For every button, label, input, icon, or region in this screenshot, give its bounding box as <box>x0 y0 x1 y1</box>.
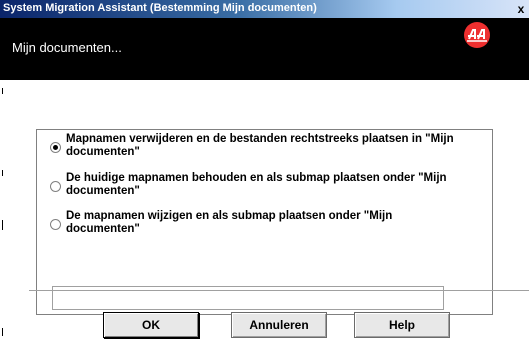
page-title: Mijn documenten... <box>12 40 122 55</box>
separator <box>29 290 529 291</box>
ok-button[interactable]: OK <box>103 312 199 338</box>
brand-logo-icon <box>464 22 490 48</box>
option-label: Mapnamen verwijderen en de bestanden rec… <box>66 133 454 158</box>
title-bar[interactable]: System Migration Assistant (Bestemming M… <box>0 0 529 18</box>
option-label: De huidige mapnamen behouden en als subm… <box>66 172 447 197</box>
radio-keep-folder-names[interactable] <box>50 181 61 192</box>
left-edge <box>0 80 7 348</box>
option-label: De mapnamen wijzigen en als submap plaat… <box>66 210 393 235</box>
radio-remove-folder-names[interactable] <box>50 142 61 153</box>
wizard-header: Mijn documenten... <box>0 18 529 80</box>
window-title: System Migration Assistant (Bestemming M… <box>3 2 317 14</box>
options-group: Mapnamen verwijderen en de bestanden rec… <box>36 129 493 315</box>
dialog-body: Mapnamen verwijderen en de bestanden rec… <box>7 80 529 348</box>
help-button[interactable]: Help <box>354 312 450 338</box>
close-icon[interactable]: x <box>513 0 529 18</box>
radio-rename-folders[interactable] <box>50 219 61 230</box>
cancel-button[interactable]: Annuleren <box>231 312 327 338</box>
